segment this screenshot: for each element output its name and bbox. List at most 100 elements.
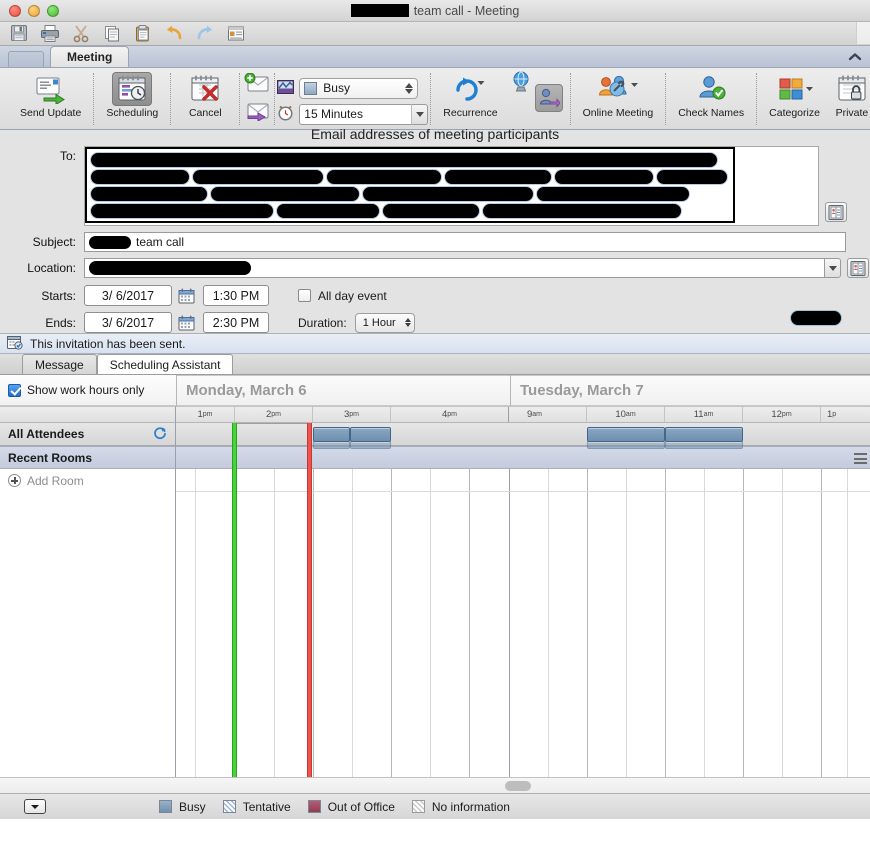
recipient-pill[interactable] (554, 168, 654, 185)
ends-date-input[interactable]: 3/ 6/2017 (84, 312, 172, 333)
rooms-menu-icon[interactable] (854, 453, 867, 464)
redacted-timezone-button[interactable] (790, 310, 842, 326)
recipient-pill[interactable] (482, 202, 682, 219)
ribbon-tab-strip: Meeting (0, 46, 870, 68)
legend-tentative-label: Tentative (242, 799, 291, 814)
assign-attendee-button[interactable] (534, 70, 563, 112)
hour-ruler: 1 pm 2 pm 3 pm 4 pm 9 am 10 am 11 am 12 pm 1p (0, 406, 870, 423)
recent-rooms-row[interactable]: Recent Rooms (0, 446, 175, 469)
refresh-icon[interactable] (153, 426, 167, 443)
location-address-book-button[interactable] (847, 258, 869, 278)
format-icon[interactable] (226, 24, 246, 43)
ribbon-group-online (528, 70, 570, 129)
scrollbar-thumb[interactable] (505, 781, 531, 791)
selection-box[interactable] (232, 423, 311, 424)
meeting-end-marker[interactable] (307, 423, 312, 777)
tab-scheduling-assistant[interactable]: Scheduling Assistant (96, 354, 234, 374)
forward-invite-icon[interactable] (244, 100, 270, 124)
timeline-area[interactable] (176, 423, 870, 777)
redo-icon[interactable] (195, 24, 215, 43)
reminder-clock-icon (277, 104, 294, 124)
recipient-pill[interactable] (382, 202, 480, 219)
busy-block (665, 427, 743, 442)
tab-message-label: Message (35, 357, 84, 372)
to-input[interactable] (85, 147, 735, 223)
to-field-outer[interactable] (84, 146, 819, 226)
recipient-pill[interactable] (90, 151, 718, 168)
recurrence-button[interactable]: Recurrence (438, 70, 502, 119)
redacted-subject-prefix (89, 235, 131, 249)
recipient-pill[interactable] (444, 168, 552, 185)
chevron-up-icon (848, 53, 862, 61)
recipient-pill[interactable] (90, 202, 274, 219)
duration-stepper[interactable] (404, 318, 411, 327)
starts-time-input[interactable]: 1:30 PM (203, 285, 269, 306)
all-attendees-row[interactable]: All Attendees (0, 423, 175, 446)
all-day-checkbox-box[interactable] (298, 289, 311, 302)
save-icon[interactable] (9, 24, 29, 43)
legend-tentative: Tentative (222, 799, 291, 814)
tab-message[interactable]: Message (22, 354, 97, 374)
undo-icon[interactable] (164, 24, 184, 43)
reminder-value: 15 Minutes (304, 107, 363, 121)
add-icon[interactable] (8, 474, 21, 487)
all-day-event-checkbox[interactable]: All day event (298, 289, 387, 303)
categorize-button[interactable]: Categorize (764, 70, 825, 119)
recipient-pill[interactable] (536, 185, 690, 202)
show-work-hours-checkbox-box[interactable] (8, 383, 21, 397)
add-room-row[interactable]: Add Room (0, 469, 175, 492)
ends-label: Ends: (45, 315, 76, 330)
show-work-hours-checkbox[interactable]: Show work hours only (0, 383, 176, 397)
ends-time-input[interactable]: 2:30 PM (203, 312, 269, 333)
recipient-pill[interactable] (276, 202, 380, 219)
info-bar: This invitation has been sent. (0, 333, 870, 354)
hour-ruler-spacer (0, 406, 176, 423)
check-names-button[interactable]: Check Names (673, 70, 749, 119)
send-update-button[interactable]: Send Update (15, 70, 86, 119)
location-dropdown-button[interactable] (824, 258, 841, 278)
online-meeting-button[interactable]: Online Meeting (578, 70, 659, 119)
duration-select[interactable]: 1 Hour (354, 312, 415, 333)
starts-date-picker-button[interactable] (175, 285, 197, 306)
show-as-stepper[interactable] (405, 82, 415, 94)
reminder-select[interactable]: 15 Minutes (299, 103, 429, 125)
horizontal-scrollbar[interactable] (0, 777, 870, 793)
ribbon-group-cancel: Cancel (171, 70, 239, 129)
subject-input[interactable]: team call (84, 232, 846, 252)
show-as-value: Busy (323, 81, 350, 95)
tab-strip-filler (8, 51, 44, 67)
location-input[interactable] (84, 258, 824, 278)
window-title-text: team call - Meeting (413, 3, 520, 18)
recipient-pill[interactable] (362, 185, 534, 202)
scheduling-button[interactable]: Scheduling (101, 70, 163, 119)
recipient-pill[interactable] (90, 185, 208, 202)
reminder-value-box[interactable]: 15 Minutes (299, 103, 412, 125)
recipient-pill[interactable] (656, 168, 728, 185)
to-label: To: (59, 149, 76, 163)
show-as-select[interactable]: Busy (299, 77, 419, 99)
recipient-pill[interactable] (326, 168, 442, 185)
to-address-book-button[interactable] (825, 202, 847, 222)
recipient-pill[interactable] (90, 168, 190, 185)
private-button[interactable]: Private (825, 70, 870, 119)
cancel-button[interactable]: Cancel (178, 70, 232, 119)
cut-icon[interactable] (71, 24, 91, 43)
collapse-ribbon-button[interactable] (846, 49, 864, 65)
all-attendees-timeline (176, 423, 870, 446)
meeting-start-marker[interactable] (232, 423, 237, 777)
new-invite-icon[interactable] (244, 72, 270, 97)
reminder-dropdown-button[interactable] (411, 103, 429, 125)
paste-icon[interactable] (133, 24, 153, 43)
recipient-pill[interactable] (210, 185, 360, 202)
copy-icon[interactable] (102, 24, 122, 43)
vertical-scrollbar[interactable] (856, 22, 870, 44)
options-expand-button[interactable] (24, 799, 46, 814)
hour-cell: 11 am (665, 407, 743, 422)
recipient-pill[interactable] (192, 168, 324, 185)
print-icon[interactable] (40, 24, 60, 43)
starts-date-input[interactable]: 3/ 6/2017 (84, 285, 172, 306)
ends-date-picker-button[interactable] (175, 312, 197, 333)
to-pill-row (90, 185, 730, 202)
to-pill-row (90, 202, 730, 219)
ribbon-tab-meeting[interactable]: Meeting (50, 46, 130, 67)
